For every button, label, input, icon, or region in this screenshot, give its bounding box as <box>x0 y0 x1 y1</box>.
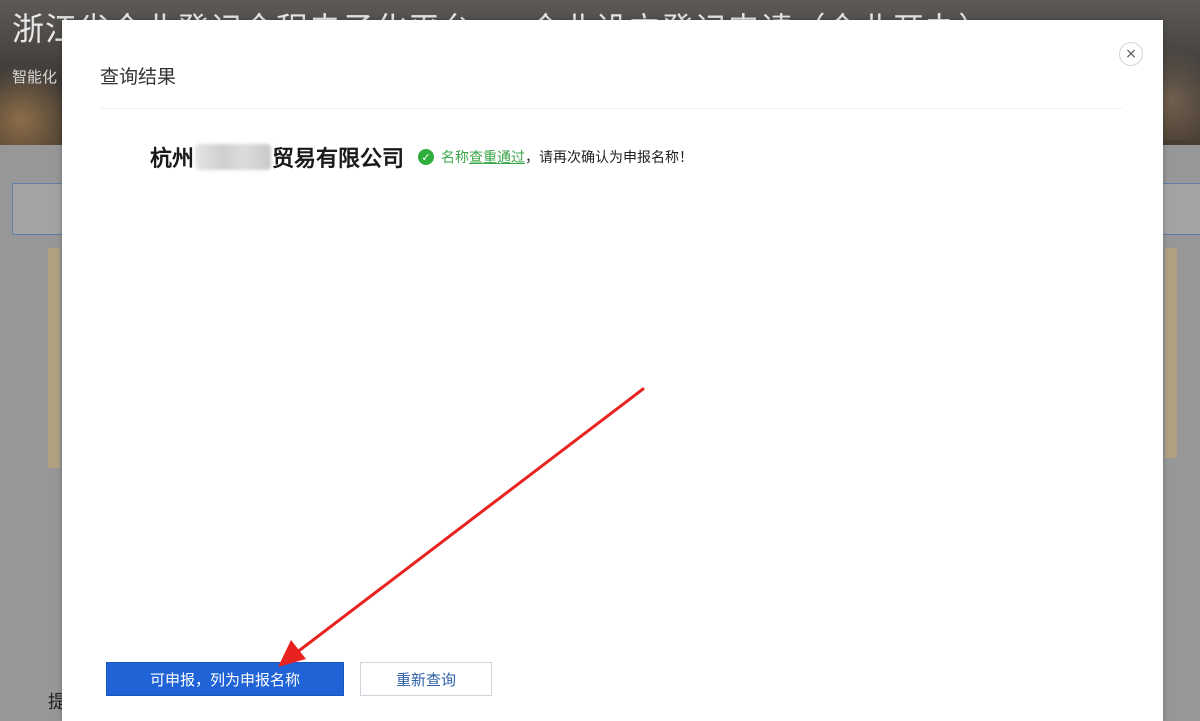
arrow-head <box>278 640 306 667</box>
red-annotation-arrow <box>278 387 645 667</box>
arrow-shaft <box>294 387 645 655</box>
